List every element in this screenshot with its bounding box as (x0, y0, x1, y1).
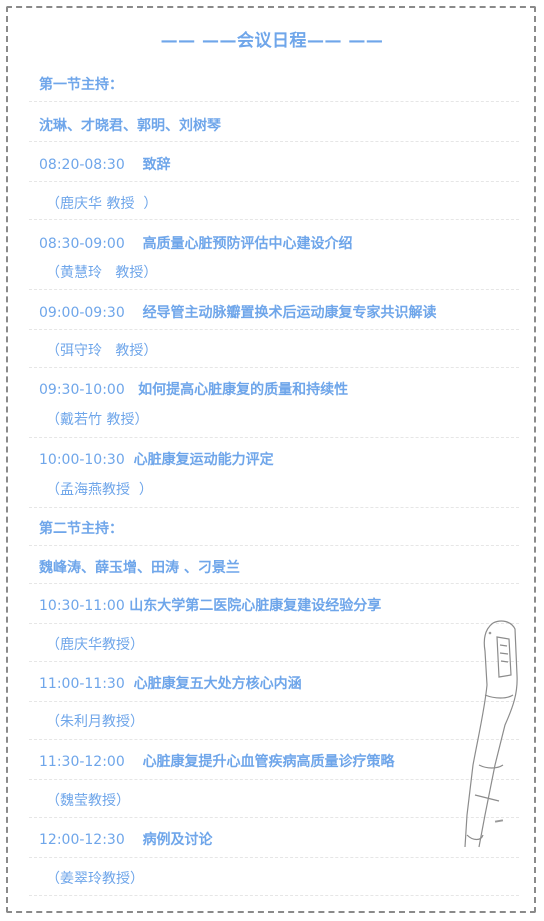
page-title: —— ——会议日程—— —— (160, 31, 384, 51)
agenda-time: 11:00-11:30 (39, 676, 125, 692)
session1-host-row: 第一节主持： (29, 62, 519, 102)
agenda-speaker: （鹿庆华 教授 ） (46, 196, 158, 212)
agenda-gap (125, 452, 134, 468)
agenda-entry: 11:30-12:00 心脏康复提升心血管疾病高质量诊疗策略 (39, 751, 395, 771)
agenda-row: 08:30-09:00 高质量心脏预防评估中心建设介绍 （黄慧玲 教授） (29, 220, 519, 290)
ecg-pen-icon (464, 620, 518, 848)
agenda-speaker: （姜翠玲教授） (46, 871, 144, 887)
agenda-gap (125, 832, 143, 848)
session1-hosts-row: 沈琳、才晓君、郭明、刘树琴 (29, 102, 519, 142)
agenda-topic: 经导管主动脉瓣置换术后运动康复专家共识解读 (142, 305, 437, 321)
agenda-gap (125, 676, 134, 692)
agenda-speaker: （鹿庆华教授） (46, 637, 144, 653)
agenda-entry: 11:00-11:30 心脏康复五大处方核心内涵 (39, 673, 302, 693)
agenda-topic: 心脏康复运动能力评定 (133, 452, 274, 468)
agenda-time: 09:30-10:00 (39, 382, 125, 398)
speaker-row: （魏莹教授） (29, 780, 519, 818)
agenda-entry: 10:00-10:30 心脏康复运动能力评定 (39, 449, 274, 469)
speaker-row: （朱利月教授） (29, 702, 519, 740)
agenda-row: 08:20-08:30 致辞 (29, 142, 519, 182)
agenda-topic: 心脏康复五大处方核心内涵 (133, 676, 302, 692)
agenda-row: 09:00-09:30 经导管主动脉瓣置换术后运动康复专家共识解读 (29, 290, 519, 330)
agenda-speaker: （黄慧玲 教授） (46, 265, 158, 281)
session2-hosts: 魏峰涛、薛玉增、田涛 、刁景兰 (39, 560, 240, 576)
agenda-topic: 高质量心脏预防评估中心建设介绍 (142, 236, 353, 252)
agenda-time: 09:00-09:30 (39, 305, 125, 321)
agenda-gap (125, 382, 138, 398)
agenda-row: 09:30-10:00 如何提高心脏康复的质量和持续性 （戴若竹 教授） (29, 368, 519, 438)
agenda-entry: 08:30-09:00 高质量心脏预防评估中心建设介绍 (39, 233, 353, 253)
agenda-topic: 如何提高心脏康复的质量和持续性 (138, 382, 349, 398)
agenda-time: 10:00-10:30 (39, 452, 125, 468)
speaker-row: （鹿庆华 教授 ） (29, 182, 519, 220)
agenda-row: 11:00-11:30 心脏康复五大处方核心内涵 (29, 662, 519, 702)
agenda-time: 08:30-09:00 (39, 236, 125, 252)
agenda-speaker: （孟海燕教授 ） (46, 482, 153, 498)
agenda-entry: 12:00-12:30 病例及讨论 (39, 829, 213, 849)
agenda-row: 11:30-12:00 心脏康复提升心血管疾病高质量诊疗策略 (29, 740, 519, 780)
agenda-speaker: （魏莹教授） (46, 793, 130, 809)
agenda-speaker: （朱利月教授） (46, 714, 144, 730)
agenda-topic: 病例及讨论 (142, 832, 213, 848)
agenda-topic: 心脏康复提升心血管疾病高质量诊疗策略 (142, 754, 395, 770)
speaker-row: （姜翠玲教授） (29, 858, 519, 896)
agenda-topic: 山东大学第二医院心脏康复建设经验分享 (129, 598, 382, 614)
agenda-gap (125, 305, 143, 321)
agenda-gap (125, 157, 143, 173)
agenda-entry: 09:30-10:00 如何提高心脏康复的质量和持续性 (39, 379, 348, 399)
agenda-time: 11:30-12:00 (39, 754, 125, 770)
agenda-time: 12:00-12:30 (39, 832, 125, 848)
session2-hosts-row: 魏峰涛、薛玉增、田涛 、刁景兰 (29, 546, 519, 584)
session1-hosts: 沈琳、才晓君、郭明、刘树琴 (39, 118, 221, 134)
agenda-time: 10:30-11:00 (39, 598, 125, 614)
agenda-row: 12:00-12:30 病例及讨论 (29, 818, 519, 858)
session1-host-label: 第一节主持： (39, 77, 123, 93)
agenda-entry: 10:30-11:00 山东大学第二医院心脏康复建设经验分享 (39, 595, 381, 615)
agenda-gap (125, 754, 143, 770)
agenda-row: 10:30-11:00 山东大学第二医院心脏康复建设经验分享 (29, 584, 519, 624)
agenda-time: 08:20-08:30 (39, 157, 125, 173)
agenda-topic: 致辞 (142, 157, 171, 173)
agenda-speaker: （戴若竹 教授） (46, 412, 149, 428)
agenda-row: 10:00-10:30 心脏康复运动能力评定 （孟海燕教授 ） (29, 438, 519, 508)
speaker-row: （弭守玲 教授） (29, 330, 519, 368)
speaker-row: （鹿庆华教授） (29, 624, 519, 662)
session2-host-row: 第二节主持： (29, 508, 519, 546)
agenda-gap (125, 236, 143, 252)
agenda-entry: 09:00-09:30 经导管主动脉瓣置换术后运动康复专家共识解读 (39, 302, 437, 322)
agenda-speaker: （弭守玲 教授） (46, 343, 158, 359)
agenda-entry: 08:20-08:30 致辞 (39, 154, 171, 174)
session2-host-label: 第二节主持： (39, 521, 123, 537)
